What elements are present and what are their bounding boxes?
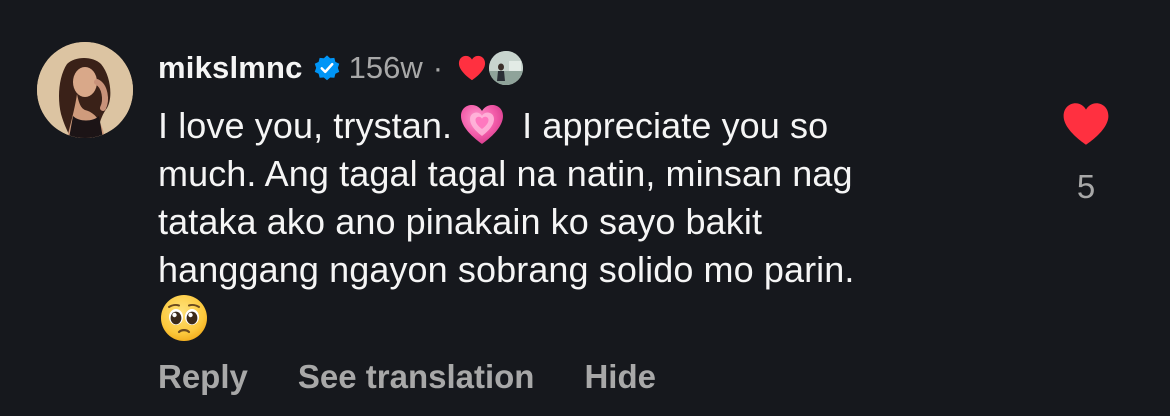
see-translation-button[interactable]: See translation [298,358,535,396]
username[interactable]: mikslmnc [158,50,303,86]
reply-button[interactable]: Reply [158,358,248,396]
like-heart-icon[interactable] [1060,100,1112,148]
comment-text: I love you, trystan. I appreciate you so… [158,102,1038,344]
like-count[interactable]: 5 [1060,168,1112,206]
comment-line-2: much. Ang tagal tagal na natin, minsan n… [158,153,853,194]
comment-line-3: tataka ako ano pinakain ko sayo bakit [158,201,763,242]
comment-header: mikslmnc 156w · [158,46,524,90]
separator-dot: · [432,50,444,85]
comment-timestamp[interactable]: 156w [349,50,423,86]
hide-button[interactable]: Hide [584,358,656,396]
growing-heart-emoji [458,102,506,146]
post-author-avatar[interactable] [489,51,524,85]
verified-badge-icon [313,54,341,82]
comment-line-1: I love you, trystan. I appreciate you so [158,102,1038,150]
pleading-face-emoji [158,292,210,344]
comment-text-part-1: I love you, trystan. [158,105,453,146]
comment-line-4: hanggang ngayon sobrang solido mo parin. [158,249,855,290]
comment-actions: Reply See translation Hide [158,358,706,396]
comment: mikslmnc 156w · I love you, trystan. I a… [0,0,1170,416]
comment-text-part-2: I appreciate you so [522,105,829,146]
avatar[interactable] [37,42,133,138]
red-heart-icon [457,54,487,82]
